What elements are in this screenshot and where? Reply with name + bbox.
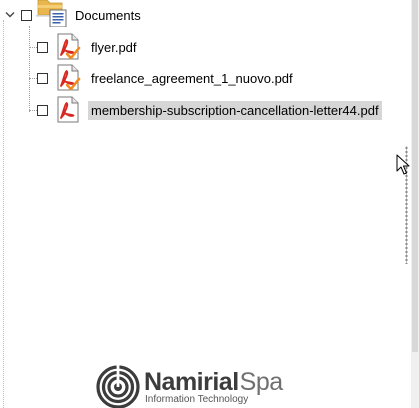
scrollbar-thumb[interactable] — [412, 0, 418, 352]
checkbox-file[interactable] — [37, 72, 48, 84]
expand-toggle[interactable] — [4, 9, 16, 21]
tree-node-file[interactable]: membership-subscription-cancellation-let… — [37, 96, 382, 124]
brand-name: Namirial — [144, 368, 239, 396]
tree-guide-line — [29, 47, 37, 48]
vertical-scrollbar[interactable] — [411, 0, 419, 408]
tree-node-file[interactable]: freelance_agreement_1_nuovo.pdf — [37, 64, 296, 92]
tree-node-file[interactable]: flyer.pdf — [37, 33, 140, 61]
chevron-down-icon — [5, 12, 15, 18]
tree-guide-line — [29, 26, 30, 112]
mouse-cursor-icon — [396, 154, 410, 181]
pdf-signed-icon — [54, 64, 84, 92]
document-tree-panel: Documents flyer.pdf freelance_agreement_… — [0, 0, 419, 408]
brand-tagline: Information Technology — [145, 394, 249, 405]
folder-documents-icon — [36, 0, 68, 29]
brand-logo: Namirial Spa Information Technology — [96, 365, 283, 408]
tree-node-documents[interactable]: Documents — [4, 0, 144, 29]
checkbox-file[interactable] — [37, 41, 48, 53]
checkbox-file[interactable] — [37, 104, 48, 116]
checkbox-documents[interactable] — [21, 9, 32, 21]
tree-node-label: flyer.pdf — [91, 39, 137, 55]
pdf-signed-icon — [54, 33, 84, 61]
brand-suffix: Spa — [239, 368, 283, 396]
tree-node-label: membership-subscription-cancellation-let… — [88, 100, 382, 120]
tree-node-label: Documents — [75, 7, 141, 23]
pdf-icon — [54, 96, 84, 124]
tree-guide-line — [29, 110, 37, 111]
tree-node-label: freelance_agreement_1_nuovo.pdf — [91, 70, 293, 86]
namirial-logo-icon — [96, 365, 140, 408]
tree-guide-line — [3, 20, 4, 408]
tree-guide-line — [29, 78, 37, 79]
